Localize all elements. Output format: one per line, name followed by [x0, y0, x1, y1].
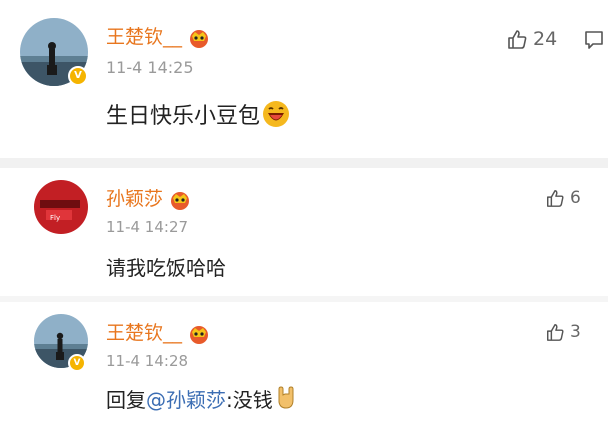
username[interactable]: 王楚钦__ — [106, 22, 210, 49]
comment-time: 11-4 14:28 — [106, 352, 189, 370]
comment-text: 回复@孙颖莎:没钱 — [106, 384, 297, 413]
laugh-emoji — [263, 101, 290, 127]
like-button[interactable]: 24 — [506, 28, 557, 50]
comment-text: 生日快乐小豆包 — [106, 98, 290, 130]
mention-link[interactable]: @孙颖莎 — [146, 388, 226, 412]
username[interactable]: 王楚钦__ — [106, 318, 210, 345]
comment-item: V 王楚钦__ 11-4 14:28 回复@孙颖莎:没钱 3 — [0, 302, 608, 432]
separator — [0, 158, 608, 168]
crown-icon — [190, 29, 209, 48]
reply-icon[interactable] — [584, 30, 604, 54]
avatar[interactable]: Fly — [34, 180, 88, 234]
username[interactable]: 孙颖莎 — [106, 184, 191, 211]
crown-icon — [171, 191, 190, 210]
reply-text: :没钱 — [226, 388, 273, 412]
thumbs-up-icon — [547, 190, 564, 207]
comment-text: 请我吃饭哈哈 — [106, 256, 226, 280]
like-button[interactable]: 3 — [545, 322, 581, 342]
like-button[interactable]: 6 — [545, 188, 581, 208]
verified-badge-icon: V — [68, 66, 88, 86]
crown-icon — [190, 325, 209, 344]
comment-item: Fly 孙颖莎 11-4 14:27 请我吃饭哈哈 6 — [0, 168, 608, 298]
comment-time: 11-4 14:25 — [106, 58, 194, 77]
thumbs-up-icon — [547, 324, 564, 341]
reply-prefix: 回复 — [106, 388, 146, 412]
verified-badge-icon: V — [68, 354, 86, 372]
thumbs-up-icon — [508, 30, 527, 49]
rock-hand-emoji — [278, 386, 294, 409]
svg-text:Fly: Fly — [50, 214, 60, 222]
comment-item: V 王楚钦__ 11-4 14:25 生日快乐小豆包 24 — [0, 0, 608, 160]
comment-time: 11-4 14:27 — [106, 218, 189, 236]
